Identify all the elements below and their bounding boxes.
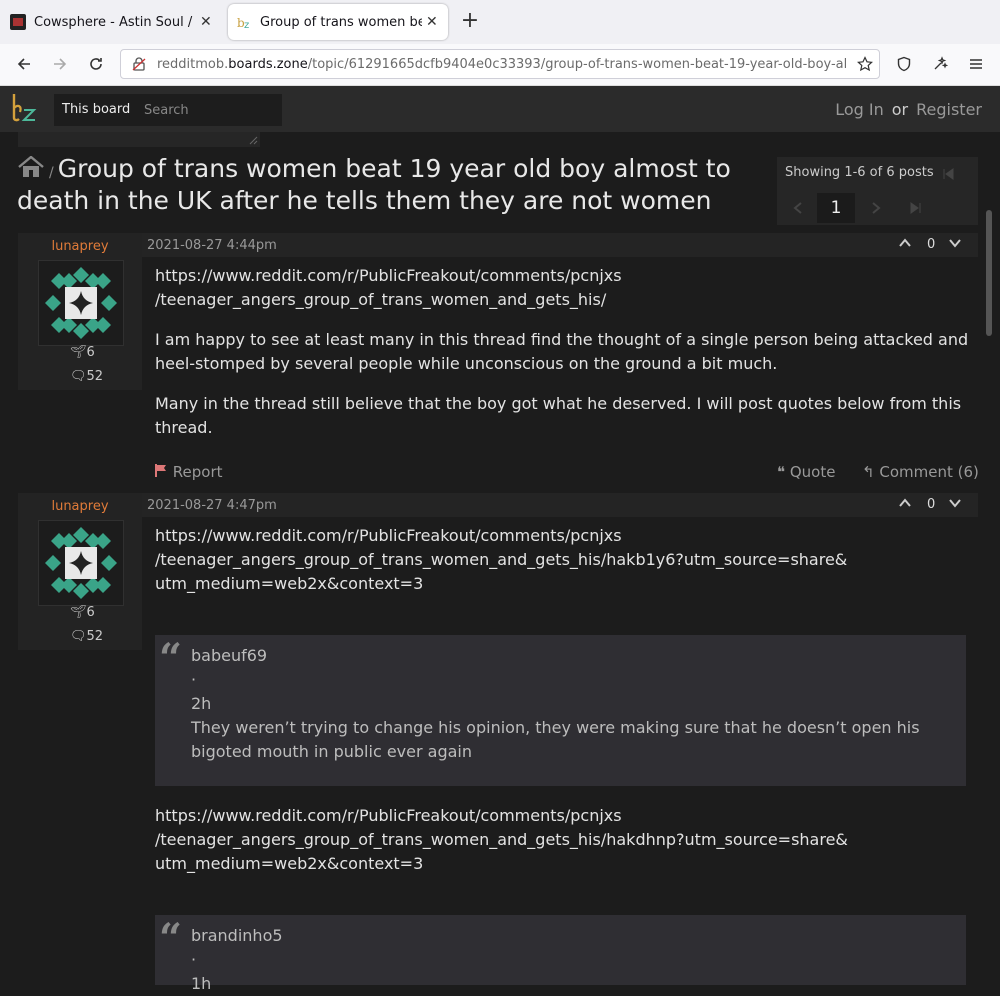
browser-tab-2-active[interactable]: bz Group of trans women beat 19 year old…	[228, 4, 448, 40]
search-input[interactable]	[136, 94, 282, 126]
pagination: Showing 1-6 of 6 posts 1	[777, 157, 978, 225]
post-date: 2021-08-27 4:44pm	[147, 238, 277, 253]
resize-handle[interactable]	[18, 132, 260, 147]
close-tab-icon[interactable]: ✕	[426, 14, 438, 30]
topic-title-row: / Group of trans women beat 19 year old b…	[17, 155, 777, 215]
browser-navbar: redditmob.boards.zone/topic/61291665dcfb…	[0, 44, 1000, 86]
post-author-panel: lunaprey 🌱︎6 🗨︎52	[18, 493, 142, 650]
report-button[interactable]: Report	[154, 463, 223, 481]
blockquote: “ babeuf69 · 2h They weren’t trying to c…	[155, 635, 966, 786]
post-link[interactable]: https://www.reddit.com/r/PublicFreakout/…	[155, 804, 970, 876]
first-page-icon[interactable]	[929, 159, 967, 189]
scrollbar-thumb[interactable]	[986, 210, 992, 336]
forward-arrow-icon[interactable]	[48, 52, 72, 76]
home-icon[interactable]	[17, 155, 45, 178]
quote-username: brandinho5	[191, 926, 283, 945]
comment-stat: 🗨︎52	[70, 629, 104, 644]
url-text: redditmob.boards.zone/topic/61291665dcfb…	[157, 56, 847, 72]
comment-icon: 🗨︎	[70, 629, 87, 644]
post-meta-bar: 2021-08-27 4:47pm 0	[142, 493, 978, 517]
post-body: https://www.reddit.com/r/PublicFreakout/…	[155, 264, 970, 456]
plant-icon: 🌱︎	[70, 345, 87, 360]
avatar[interactable]	[38, 520, 124, 606]
next-page-icon[interactable]	[857, 193, 895, 223]
upvote-icon[interactable]	[898, 496, 912, 512]
post-date: 2021-08-27 4:47pm	[147, 498, 277, 513]
flag-icon	[154, 463, 168, 481]
quote-button[interactable]: ❝ Quote	[777, 463, 835, 481]
author-name[interactable]: lunaprey	[18, 499, 142, 514]
shield-icon[interactable]	[892, 52, 916, 76]
post-score: 0	[927, 497, 936, 512]
svg-text:z: z	[244, 20, 249, 30]
or-text: or	[891, 100, 909, 119]
reload-icon[interactable]	[84, 52, 108, 76]
quote-content: babeuf69 · 2h They weren’t trying to cha…	[191, 644, 951, 764]
quote-username: babeuf69	[191, 646, 268, 665]
post-author-panel: lunaprey 🌱︎6 🗨︎52	[18, 233, 142, 390]
post-paragraph: I am happy to see at least many in this …	[155, 330, 969, 373]
browser-tabbar: Cowsphere - Astin Soul / Vix ✕ bz Group …	[0, 0, 1000, 44]
register-link[interactable]: Register	[916, 100, 982, 119]
post-score: 0	[927, 237, 936, 252]
post-paragraph: Many in the thread still believe that th…	[155, 394, 962, 437]
quote-mark-icon: “	[159, 915, 183, 962]
quote-dot: ·	[191, 950, 197, 969]
this-board-button[interactable]: This board	[54, 94, 139, 126]
reply-arrow-icon: ↰	[862, 463, 875, 481]
plant-icon: 🌱︎	[70, 605, 87, 620]
site-header: This board Log In or Register	[0, 86, 1000, 132]
post-meta-bar: 2021-08-27 4:44pm 0	[142, 233, 978, 257]
close-tab-icon[interactable]: ✕	[200, 14, 212, 30]
quote-text: They weren’t trying to change his opinio…	[191, 718, 920, 761]
post-link[interactable]: https://www.reddit.com/r/PublicFreakout/…	[155, 524, 970, 596]
comment-stat: 🗨︎52	[70, 369, 104, 384]
prev-page-icon[interactable]	[779, 193, 817, 223]
downvote-icon[interactable]	[948, 236, 962, 252]
boards-zone-favicon-icon: bz	[236, 14, 252, 31]
topic-title: Group of trans women beat 19 year old bo…	[17, 154, 731, 215]
tab-title: Group of trans women beat 19 year old bo…	[260, 14, 422, 30]
quote-content: brandinho5 · 1h	[191, 924, 951, 996]
downvote-icon[interactable]	[948, 496, 962, 512]
quote-mark-icon: “	[159, 635, 183, 682]
post-count-text: Showing 1-6 of 6 posts	[785, 165, 934, 180]
back-arrow-icon[interactable]	[12, 52, 36, 76]
extensions-sparkle-icon[interactable]	[928, 52, 952, 76]
current-page-number[interactable]: 1	[817, 193, 855, 223]
new-tab-plus-icon[interactable]: +	[458, 9, 482, 33]
menu-hamburger-icon[interactable]	[964, 52, 988, 76]
site-favicon-icon	[10, 14, 26, 30]
author-name[interactable]: lunaprey	[18, 239, 142, 254]
avatar[interactable]	[38, 260, 124, 346]
quote-time: 1h	[191, 974, 212, 993]
login-link[interactable]: Log In	[835, 100, 884, 119]
breadcrumb-separator: /	[49, 165, 54, 181]
plant-stat: 🌱︎6	[70, 605, 95, 620]
quote-time: 2h	[191, 694, 212, 713]
upvote-icon[interactable]	[898, 236, 912, 252]
post-link[interactable]: https://www.reddit.com/r/PublicFreakout/…	[155, 264, 970, 312]
quote-icon: ❝	[777, 463, 786, 481]
boards-zone-logo-icon[interactable]	[8, 92, 40, 126]
plant-stat: 🌱︎6	[70, 345, 95, 360]
page-security-icon	[131, 56, 147, 72]
browser-tab-1[interactable]: Cowsphere - Astin Soul / Vix ✕	[2, 4, 222, 40]
tab-title: Cowsphere - Astin Soul / Vix	[34, 14, 196, 30]
quote-dot: ·	[191, 670, 197, 689]
blockquote: “ brandinho5 · 1h	[155, 915, 966, 993]
last-page-icon[interactable]	[897, 193, 935, 223]
comment-button[interactable]: ↰ Comment (6)	[862, 463, 979, 481]
auth-links: Log In or Register	[835, 100, 982, 119]
address-bar[interactable]: redditmob.boards.zone/topic/61291665dcfb…	[120, 49, 880, 79]
comment-icon: 🗨︎	[70, 369, 87, 384]
bookmark-star-icon[interactable]	[857, 56, 873, 76]
